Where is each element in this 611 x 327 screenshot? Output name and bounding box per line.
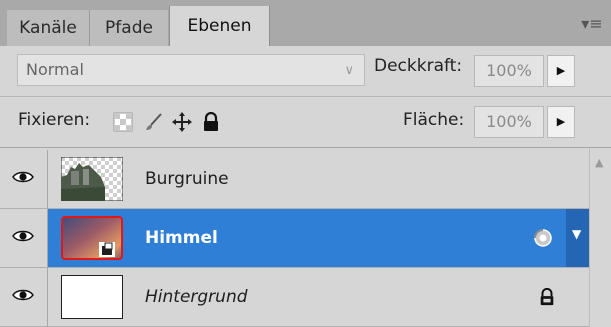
blend-opacity-row: Normal ∨ Deckkraft: 100% ▶ xyxy=(0,46,611,97)
blend-mode-value: Normal xyxy=(26,60,84,79)
fill-label: Fläche: xyxy=(403,110,465,130)
layer-list: Burgruine Himmel ▼ Hintergrund ▲ xyxy=(0,148,611,327)
layer-thumbnail-himmel xyxy=(61,216,123,260)
layer-name: Burgruine xyxy=(145,169,229,189)
visibility-toggle[interactable] xyxy=(0,209,48,267)
lock-transparency-icon[interactable] xyxy=(113,112,133,132)
tab-kanaele[interactable]: Kanäle xyxy=(7,10,90,46)
lock-image-icon[interactable] xyxy=(144,112,164,132)
fill-field[interactable]: 100% xyxy=(474,106,544,138)
layer-list-scrollbar[interactable]: ▲ xyxy=(589,148,611,327)
lock-icon xyxy=(540,288,554,306)
tab-pfade[interactable]: Pfade xyxy=(90,10,168,46)
layer-row-hintergrund[interactable]: Hintergrund xyxy=(0,268,590,327)
opacity-slider-button[interactable]: ▶ xyxy=(547,55,575,87)
opacity-label: Deckkraft: xyxy=(374,56,463,76)
blend-mode-select[interactable]: Normal ∨ xyxy=(17,54,365,86)
lock-fill-row: Fixieren: Fläche: 100% ▶ xyxy=(0,97,611,148)
layer-row-himmel[interactable]: Himmel ▼ xyxy=(0,209,590,268)
eye-icon xyxy=(12,289,34,301)
layer-thumbnail-burgruine xyxy=(61,157,123,201)
layer-name: Hintergrund xyxy=(145,287,248,307)
layer-row-burgruine[interactable]: Burgruine xyxy=(0,150,590,209)
scroll-up-icon[interactable]: ▲ xyxy=(595,156,603,169)
chevron-down-icon: ▼ xyxy=(572,227,582,241)
lock-all-icon[interactable] xyxy=(201,112,221,132)
layer-thumbnail-hintergrund xyxy=(61,275,123,319)
eye-icon xyxy=(12,171,34,183)
visibility-toggle[interactable] xyxy=(0,268,48,326)
panel-menu-icon[interactable]: ▾≡ xyxy=(581,14,603,34)
chevron-down-icon: ∨ xyxy=(344,63,354,78)
layer-options-dropdown[interactable]: ▼ xyxy=(566,209,590,267)
eye-icon xyxy=(12,230,34,242)
opacity-field[interactable]: 100% xyxy=(474,55,544,87)
visibility-toggle[interactable] xyxy=(0,150,48,208)
lock-position-icon[interactable] xyxy=(172,112,192,132)
lock-label: Fixieren: xyxy=(18,110,91,130)
layers-panel: Kanäle Pfade Ebenen ▾≡ Normal ∨ Deckkraf… xyxy=(0,0,611,327)
tab-ebenen[interactable]: Ebenen xyxy=(169,6,270,46)
fill-slider-button[interactable]: ▶ xyxy=(547,106,575,138)
smart-filter-icon[interactable] xyxy=(532,228,554,248)
layer-name: Himmel xyxy=(145,228,218,248)
tab-bar: Kanäle Pfade Ebenen ▾≡ xyxy=(0,0,611,46)
